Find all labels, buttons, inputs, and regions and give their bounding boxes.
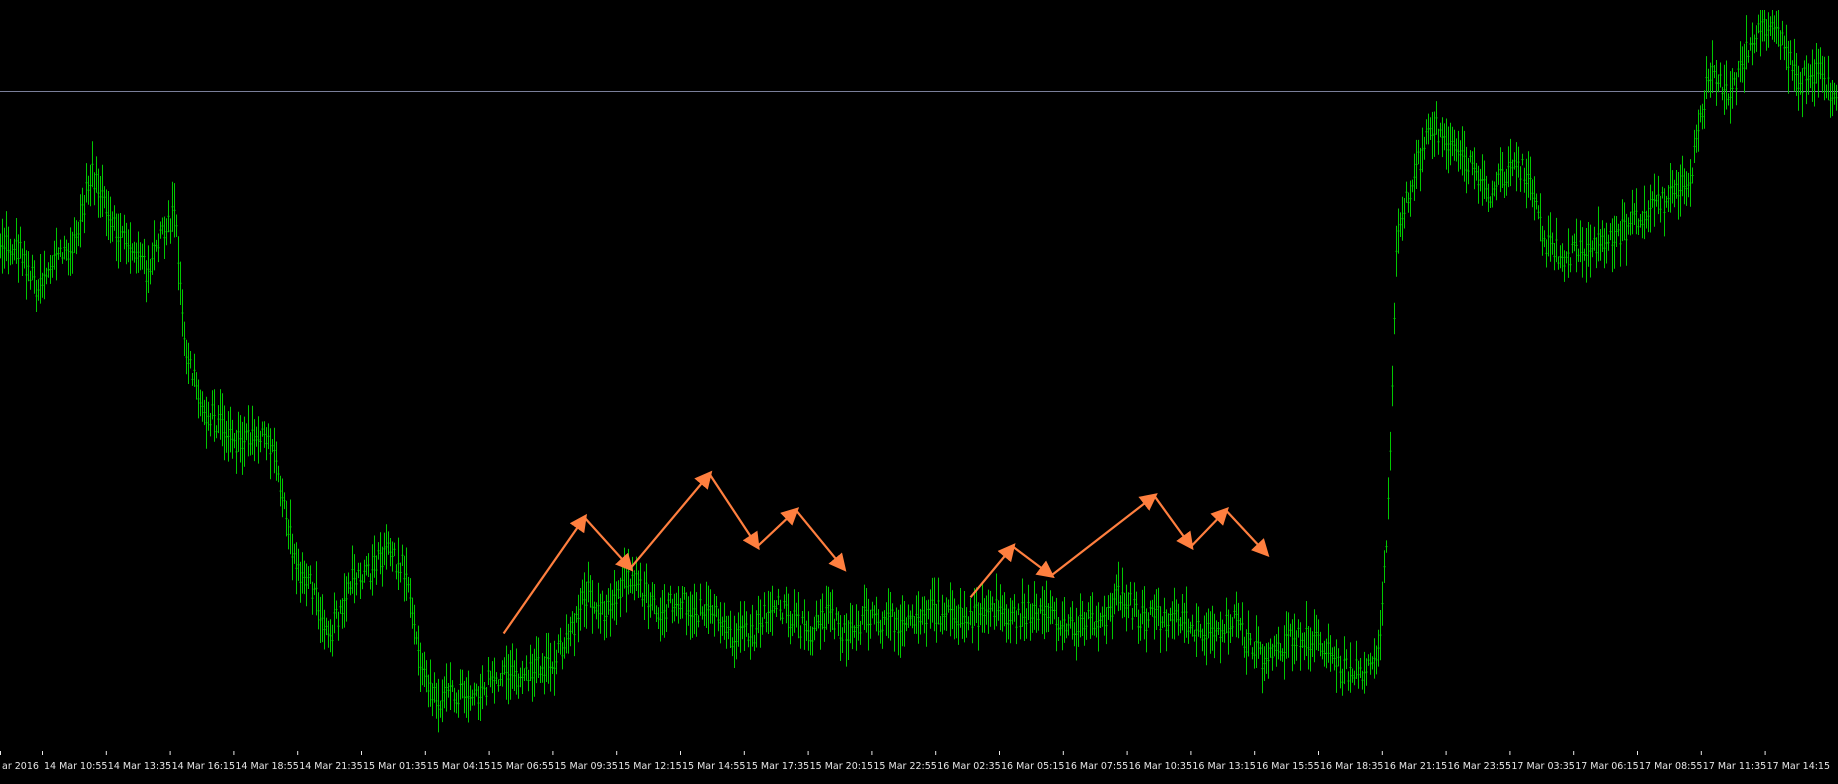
- price-chart: ar 2016 14 Mar 10:55 14 Mar 13:35 14 Mar 16…: [0, 10, 1838, 772]
- annotation-arrow-2-4[interactable]: [1153, 495, 1194, 551]
- annotation-arrow-1-6[interactable]: [795, 509, 847, 572]
- x-tick-label: 15 Mar 06:55: [491, 761, 554, 772]
- x-tick-label: ar 2016: [2, 761, 39, 772]
- x-tick-label: 16 Mar 10:35: [1129, 761, 1192, 772]
- annotation-arrow-2-1[interactable]: [969, 543, 1016, 599]
- x-tick-label: 16 Mar 13:15: [1192, 761, 1255, 772]
- x-tick-label: 17 Mar 14:15: [1767, 761, 1830, 772]
- x-tick-label: 15 Mar 17:35: [746, 761, 809, 772]
- annotation-arrow-2-5[interactable]: [1190, 507, 1229, 548]
- x-tick-label: 14 Mar 10:55: [44, 761, 107, 772]
- x-tick-label: 16 Mar 18:35: [1320, 761, 1383, 772]
- x-tick-label: 16 Mar 21:15: [1384, 761, 1447, 772]
- x-tick-label: 16 Mar 05:15: [1001, 761, 1064, 772]
- x-tick-label: 15 Mar 01:35: [363, 761, 426, 772]
- x-tick-label: 15 Mar 12:15: [618, 761, 681, 772]
- x-tick-label: 17 Mar 08:55: [1639, 761, 1702, 772]
- x-tick-label: 15 Mar 22:55: [873, 761, 936, 772]
- annotation-arrow-1-3[interactable]: [629, 470, 713, 570]
- x-tick-label: 17 Mar 11:35: [1703, 761, 1766, 772]
- x-tick-label: 14 Mar 21:35: [299, 761, 362, 772]
- x-tick-label: 16 Mar 15:55: [1256, 761, 1319, 772]
- x-tick-label: 15 Mar 09:35: [554, 761, 617, 772]
- x-tick-label: 17 Mar 06:15: [1575, 761, 1638, 772]
- x-tick-label: 14 Mar 18:55: [235, 761, 298, 772]
- price-series: [0, 10, 1838, 733]
- annotation-arrow-1-4[interactable]: [708, 473, 760, 551]
- x-tick-label: 15 Mar 20:15: [810, 761, 873, 772]
- x-tick-label: 17 Mar 03:35: [1511, 761, 1574, 772]
- x-axis: ar 2016 14 Mar 10:55 14 Mar 13:35 14 Mar 16…: [0, 751, 1830, 772]
- annotation-arrow-2-3[interactable]: [1050, 493, 1158, 577]
- x-tick-label: 16 Mar 23:55: [1448, 761, 1511, 772]
- x-tick-label: 16 Mar 02:35: [937, 761, 1000, 772]
- x-tick-label: 15 Mar 04:15: [427, 761, 490, 772]
- x-tick-label: 14 Mar 16:15: [172, 761, 235, 772]
- trend-annotations[interactable]: [502, 470, 1270, 635]
- x-tick-label: 16 Mar 07:55: [1065, 761, 1128, 772]
- annotation-arrow-1-2[interactable]: [583, 516, 634, 572]
- x-tick-label: 14 Mar 13:35: [108, 761, 171, 772]
- annotation-arrow-2-2[interactable]: [1012, 545, 1055, 579]
- annotation-arrow-1-5[interactable]: [756, 507, 800, 548]
- x-tick-label: 15 Mar 14:55: [682, 761, 745, 772]
- annotation-arrow-2-6[interactable]: [1225, 509, 1270, 558]
